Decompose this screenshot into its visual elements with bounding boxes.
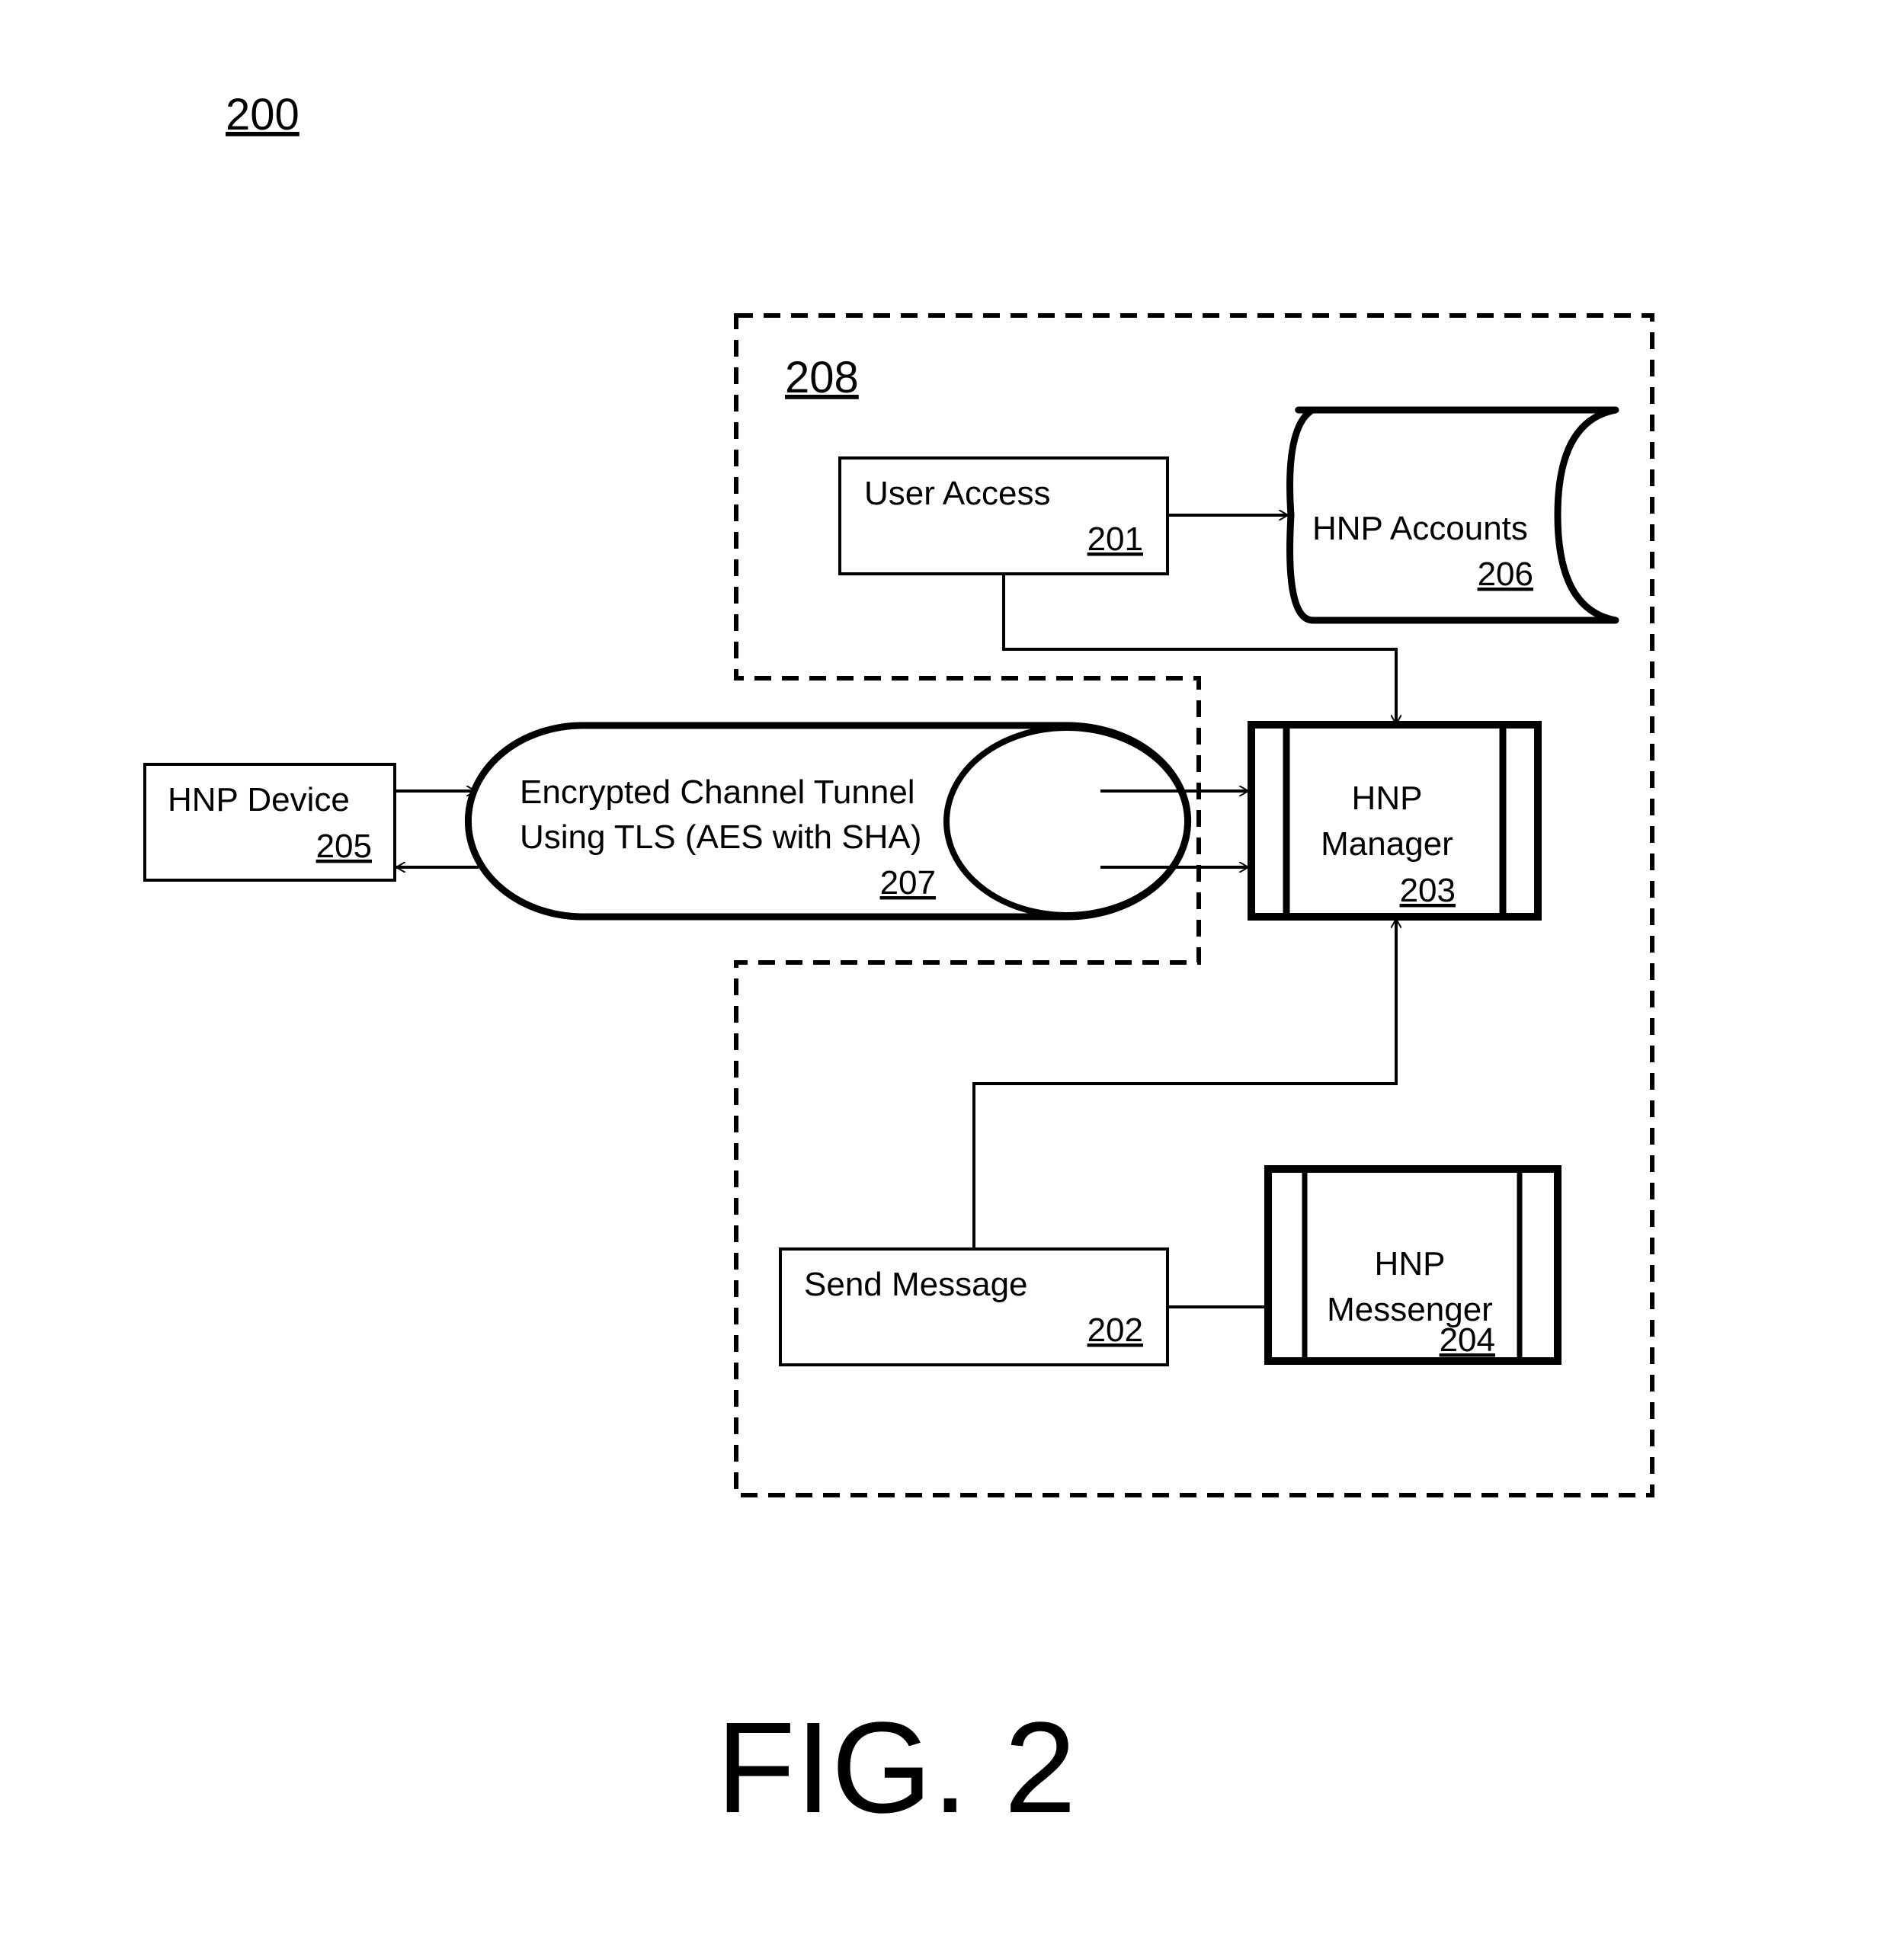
- figure-caption: FIG. 2: [716, 1696, 1076, 1840]
- hnp-manager-ref: 203: [1400, 872, 1456, 909]
- user-access-label: User Access: [864, 475, 1051, 512]
- hnp-manager-label-line1: HNP: [1352, 780, 1423, 817]
- hnp-device-label: HNP Device: [168, 781, 350, 818]
- hnp-messenger-node[interactable]: HNP Messenger 204: [1264, 1165, 1561, 1365]
- user-access-ref: 201: [1087, 520, 1143, 558]
- tunnel-label-line1: Encrypted Channel Tunnel: [520, 773, 915, 811]
- hnp-device-node[interactable]: HNP Device 205: [143, 763, 396, 882]
- hnp-accounts-label: HNP Accounts: [1312, 510, 1528, 547]
- tunnel-label-line2: Using TLS (AES with SHA): [520, 818, 921, 856]
- hnp-device-ref: 205: [316, 828, 372, 865]
- hnp-accounts-node[interactable]: HNP Accounts 206: [1286, 406, 1619, 624]
- diagram-canvas: 200 208 User Access 201 HNP Accounts 206…: [143, 90, 1654, 1840]
- tunnel-ref: 207: [880, 864, 936, 902]
- send-message-label: Send Message: [804, 1266, 1028, 1303]
- send-message-node[interactable]: Send Message 202: [779, 1247, 1169, 1366]
- figure-number: 200: [226, 90, 299, 139]
- hnp-manager-node[interactable]: HNP Manager 203: [1248, 721, 1542, 921]
- hnp-messenger-label-line1: HNP: [1375, 1245, 1446, 1283]
- user-access-node[interactable]: User Access 201: [838, 456, 1169, 575]
- encrypted-tunnel-node[interactable]: Encrypted Channel Tunnel Using TLS (AES …: [464, 722, 1192, 921]
- boundary-label: 208: [785, 353, 859, 402]
- send-message-ref: 202: [1087, 1311, 1143, 1349]
- hnp-manager-label-line2: Manager: [1321, 825, 1453, 863]
- hnp-messenger-ref: 204: [1440, 1321, 1495, 1359]
- hnp-accounts-ref: 206: [1478, 556, 1533, 593]
